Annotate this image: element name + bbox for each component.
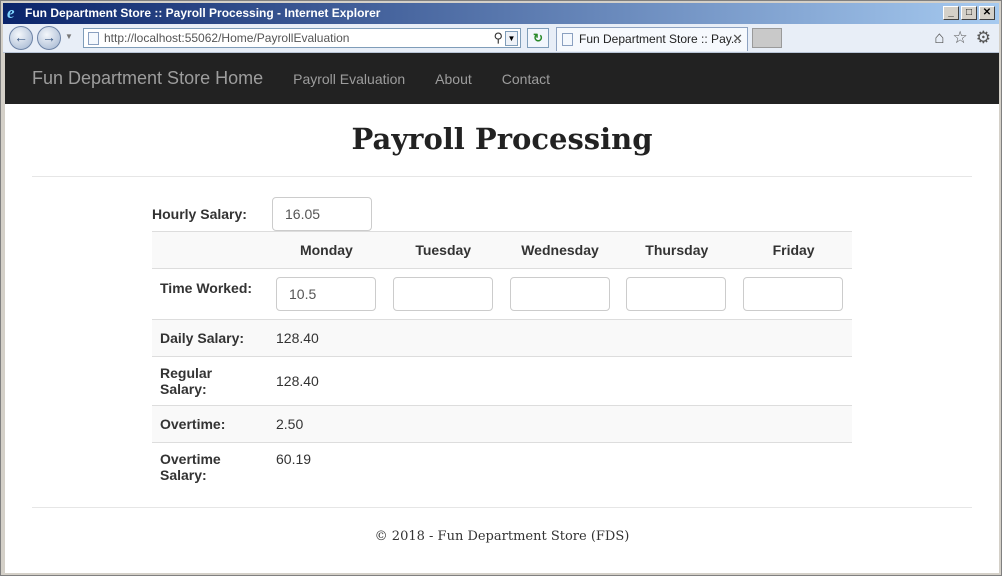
page-viewport: Fun Department Store Home Payroll Evalua…	[5, 53, 999, 573]
overtime-salary-value: 60.19	[268, 442, 385, 491]
address-dropdown-icon[interactable]: ▼	[505, 30, 518, 46]
payroll-table: Monday Tuesday Wednesday Thursday Friday…	[152, 231, 852, 491]
address-url: http://localhost:55062/Home/PayrollEvalu…	[104, 31, 350, 45]
close-button[interactable]: ✕	[979, 6, 995, 20]
window-titlebar: e Fun Department Store :: Payroll Proces…	[3, 3, 999, 24]
tab-close-icon[interactable]: ✕	[732, 28, 743, 50]
tab-title: Fun Department Store :: Pay...	[579, 32, 741, 46]
table-cell	[384, 442, 502, 491]
new-tab-button[interactable]	[752, 28, 782, 48]
favorites-icon[interactable]: ☆	[953, 29, 968, 47]
table-cell	[618, 442, 736, 491]
table-cell	[618, 356, 736, 406]
table-cell	[735, 356, 852, 406]
nav-link-about[interactable]: About	[435, 71, 472, 87]
table-cell	[384, 405, 502, 443]
daily-salary-value: 128.40	[268, 319, 385, 357]
header-tuesday: Tuesday	[384, 231, 502, 269]
overtime-salary-label: Overtime Salary:	[152, 442, 268, 491]
table-cell	[501, 356, 619, 406]
nav-link-payroll-evaluation[interactable]: Payroll Evaluation	[293, 71, 405, 87]
gear-icon[interactable]: ⚙	[976, 29, 991, 47]
header-thursday: Thursday	[618, 231, 736, 269]
header-monday: Monday	[268, 231, 385, 269]
internet-explorer-icon: e	[7, 3, 15, 22]
history-dropdown-icon[interactable]: ▼	[65, 32, 73, 41]
footer-text: © 2018 - Fun Department Store (FDS)	[374, 529, 630, 544]
table-header-row: Monday Tuesday Wednesday Thursday Friday	[152, 231, 852, 269]
browser-right-tools: ⌂ ☆ ⚙	[934, 29, 991, 47]
overtime-row: Overtime: 2.50	[152, 405, 852, 443]
table-cell	[735, 405, 852, 443]
friday-time-input[interactable]	[743, 277, 844, 311]
table-cell	[618, 405, 736, 443]
table-cell	[501, 442, 619, 491]
table-cell	[618, 319, 736, 357]
table-cell	[501, 405, 619, 443]
thursday-time-input[interactable]	[626, 277, 727, 311]
minimize-button[interactable]: _	[943, 6, 959, 20]
overtime-label: Overtime:	[152, 405, 268, 443]
table-cell	[384, 319, 502, 357]
table-cell	[501, 319, 619, 357]
table-cell	[384, 268, 502, 320]
table-cell	[735, 268, 852, 320]
browser-tab[interactable]: Fun Department Store :: Pay... ✕	[556, 27, 748, 51]
footer-divider	[32, 507, 972, 508]
time-worked-row: Time Worked:	[152, 268, 852, 320]
hourly-salary-row: Hourly Salary:	[152, 197, 852, 231]
page-title: Payroll Processing	[351, 122, 653, 156]
table-cell	[735, 319, 852, 357]
header-blank	[152, 231, 268, 269]
search-icon[interactable]: ⚲	[493, 30, 503, 46]
overtime-salary-row: Overtime Salary: 60.19	[152, 442, 852, 491]
browser-toolbar: ← → ▼ http://localhost:55062/Home/Payrol…	[3, 24, 999, 53]
table-cell	[384, 356, 502, 406]
time-worked-label: Time Worked:	[152, 268, 268, 320]
address-tools: ⚲ ▼	[493, 30, 518, 46]
window-controls: _ □ ✕	[943, 6, 995, 20]
table-cell	[735, 442, 852, 491]
forward-button[interactable]: →	[37, 26, 61, 50]
tab-page-icon	[562, 33, 573, 46]
table-cell	[618, 268, 736, 320]
table-cell	[501, 268, 619, 320]
header-friday: Friday	[735, 231, 852, 269]
tuesday-time-input[interactable]	[392, 277, 493, 311]
site-navbar: Fun Department Store Home Payroll Evalua…	[5, 53, 999, 104]
regular-salary-label: Regular Salary:	[152, 356, 268, 406]
payroll-form: Hourly Salary: Monday Tuesday Wednesday …	[152, 197, 852, 491]
table-cell	[268, 268, 385, 320]
hourly-salary-label: Hourly Salary:	[152, 206, 247, 222]
window-title: Fun Department Store :: Payroll Processi…	[25, 6, 381, 20]
home-icon[interactable]: ⌂	[934, 29, 944, 47]
brand-link[interactable]: Fun Department Store Home	[32, 68, 263, 89]
browser-window: e Fun Department Store :: Payroll Proces…	[0, 0, 1002, 576]
daily-salary-row: Daily Salary: 128.40	[152, 319, 852, 357]
address-bar[interactable]: http://localhost:55062/Home/PayrollEvalu…	[83, 28, 521, 48]
overtime-value: 2.50	[268, 405, 385, 443]
regular-salary-row: Regular Salary: 128.40	[152, 356, 852, 406]
header-wednesday: Wednesday	[501, 231, 619, 269]
regular-salary-value: 128.40	[268, 356, 385, 406]
hourly-salary-input[interactable]	[272, 197, 372, 231]
refresh-icon[interactable]: ↻	[527, 28, 549, 48]
maximize-button[interactable]: □	[961, 6, 977, 20]
daily-salary-label: Daily Salary:	[152, 319, 268, 357]
wednesday-time-input[interactable]	[509, 277, 610, 311]
divider	[32, 176, 972, 177]
nav-link-contact[interactable]: Contact	[502, 71, 550, 87]
page-icon	[88, 32, 99, 45]
monday-time-input[interactable]	[276, 277, 376, 311]
back-button[interactable]: ←	[9, 26, 33, 50]
